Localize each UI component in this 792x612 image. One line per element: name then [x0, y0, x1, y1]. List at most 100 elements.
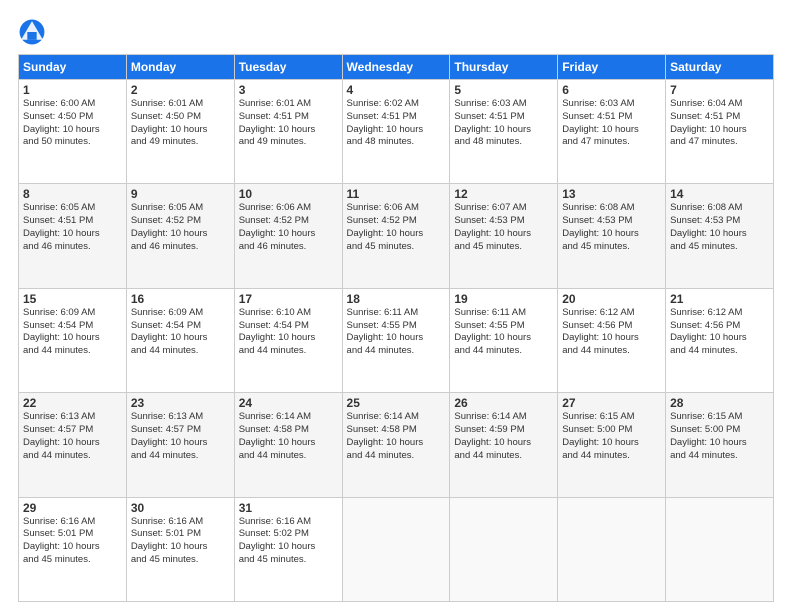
day-info: Sunrise: 6:14 AMSunset: 4:59 PMDaylight:… [454, 411, 553, 462]
day-info: Sunrise: 6:03 AMSunset: 4:51 PMDaylight:… [562, 98, 661, 149]
day-number: 12 [454, 187, 553, 201]
day-cell: 27Sunrise: 6:15 AMSunset: 5:00 PMDayligh… [558, 393, 666, 497]
day-info: Sunrise: 6:08 AMSunset: 4:53 PMDaylight:… [670, 202, 769, 253]
day-number: 26 [454, 396, 553, 410]
day-number: 30 [131, 501, 230, 515]
day-cell: 13Sunrise: 6:08 AMSunset: 4:53 PMDayligh… [558, 184, 666, 288]
day-cell: 17Sunrise: 6:10 AMSunset: 4:54 PMDayligh… [234, 288, 342, 392]
day-number: 18 [347, 292, 446, 306]
day-cell: 5Sunrise: 6:03 AMSunset: 4:51 PMDaylight… [450, 80, 558, 184]
day-cell [666, 497, 774, 601]
day-info: Sunrise: 6:09 AMSunset: 4:54 PMDaylight:… [23, 307, 122, 358]
day-info: Sunrise: 6:08 AMSunset: 4:53 PMDaylight:… [562, 202, 661, 253]
day-cell: 25Sunrise: 6:14 AMSunset: 4:58 PMDayligh… [342, 393, 450, 497]
day-cell [450, 497, 558, 601]
col-header-monday: Monday [126, 55, 234, 80]
day-number: 9 [131, 187, 230, 201]
day-number: 11 [347, 187, 446, 201]
day-cell: 26Sunrise: 6:14 AMSunset: 4:59 PMDayligh… [450, 393, 558, 497]
day-cell: 2Sunrise: 6:01 AMSunset: 4:50 PMDaylight… [126, 80, 234, 184]
calendar-table: SundayMondayTuesdayWednesdayThursdayFrid… [18, 54, 774, 602]
day-cell: 10Sunrise: 6:06 AMSunset: 4:52 PMDayligh… [234, 184, 342, 288]
day-cell: 14Sunrise: 6:08 AMSunset: 4:53 PMDayligh… [666, 184, 774, 288]
day-number: 19 [454, 292, 553, 306]
week-row-2: 8Sunrise: 6:05 AMSunset: 4:51 PMDaylight… [19, 184, 774, 288]
col-header-wednesday: Wednesday [342, 55, 450, 80]
week-row-3: 15Sunrise: 6:09 AMSunset: 4:54 PMDayligh… [19, 288, 774, 392]
day-number: 24 [239, 396, 338, 410]
day-cell: 22Sunrise: 6:13 AMSunset: 4:57 PMDayligh… [19, 393, 127, 497]
day-info: Sunrise: 6:09 AMSunset: 4:54 PMDaylight:… [131, 307, 230, 358]
day-info: Sunrise: 6:14 AMSunset: 4:58 PMDaylight:… [347, 411, 446, 462]
day-number: 2 [131, 83, 230, 97]
day-info: Sunrise: 6:12 AMSunset: 4:56 PMDaylight:… [670, 307, 769, 358]
day-cell: 9Sunrise: 6:05 AMSunset: 4:52 PMDaylight… [126, 184, 234, 288]
day-info: Sunrise: 6:01 AMSunset: 4:51 PMDaylight:… [239, 98, 338, 149]
day-info: Sunrise: 6:15 AMSunset: 5:00 PMDaylight:… [670, 411, 769, 462]
day-number: 4 [347, 83, 446, 97]
week-row-5: 29Sunrise: 6:16 AMSunset: 5:01 PMDayligh… [19, 497, 774, 601]
day-cell: 16Sunrise: 6:09 AMSunset: 4:54 PMDayligh… [126, 288, 234, 392]
week-row-4: 22Sunrise: 6:13 AMSunset: 4:57 PMDayligh… [19, 393, 774, 497]
day-number: 28 [670, 396, 769, 410]
day-cell: 7Sunrise: 6:04 AMSunset: 4:51 PMDaylight… [666, 80, 774, 184]
day-number: 3 [239, 83, 338, 97]
day-cell [558, 497, 666, 601]
day-cell: 18Sunrise: 6:11 AMSunset: 4:55 PMDayligh… [342, 288, 450, 392]
day-info: Sunrise: 6:03 AMSunset: 4:51 PMDaylight:… [454, 98, 553, 149]
day-number: 7 [670, 83, 769, 97]
day-number: 29 [23, 501, 122, 515]
header [18, 18, 774, 46]
day-number: 23 [131, 396, 230, 410]
day-info: Sunrise: 6:16 AMSunset: 5:01 PMDaylight:… [23, 516, 122, 567]
day-info: Sunrise: 6:06 AMSunset: 4:52 PMDaylight:… [239, 202, 338, 253]
day-info: Sunrise: 6:06 AMSunset: 4:52 PMDaylight:… [347, 202, 446, 253]
page: SundayMondayTuesdayWednesdayThursdayFrid… [0, 0, 792, 612]
day-info: Sunrise: 6:16 AMSunset: 5:02 PMDaylight:… [239, 516, 338, 567]
day-number: 13 [562, 187, 661, 201]
day-info: Sunrise: 6:14 AMSunset: 4:58 PMDaylight:… [239, 411, 338, 462]
day-cell: 20Sunrise: 6:12 AMSunset: 4:56 PMDayligh… [558, 288, 666, 392]
day-cell: 30Sunrise: 6:16 AMSunset: 5:01 PMDayligh… [126, 497, 234, 601]
col-header-thursday: Thursday [450, 55, 558, 80]
day-cell: 11Sunrise: 6:06 AMSunset: 4:52 PMDayligh… [342, 184, 450, 288]
week-row-1: 1Sunrise: 6:00 AMSunset: 4:50 PMDaylight… [19, 80, 774, 184]
day-cell: 28Sunrise: 6:15 AMSunset: 5:00 PMDayligh… [666, 393, 774, 497]
day-info: Sunrise: 6:13 AMSunset: 4:57 PMDaylight:… [23, 411, 122, 462]
logo-icon [18, 18, 46, 46]
day-number: 14 [670, 187, 769, 201]
day-cell: 8Sunrise: 6:05 AMSunset: 4:51 PMDaylight… [19, 184, 127, 288]
day-cell: 12Sunrise: 6:07 AMSunset: 4:53 PMDayligh… [450, 184, 558, 288]
day-info: Sunrise: 6:10 AMSunset: 4:54 PMDaylight:… [239, 307, 338, 358]
col-header-friday: Friday [558, 55, 666, 80]
day-number: 10 [239, 187, 338, 201]
day-info: Sunrise: 6:13 AMSunset: 4:57 PMDaylight:… [131, 411, 230, 462]
day-number: 21 [670, 292, 769, 306]
day-number: 31 [239, 501, 338, 515]
day-info: Sunrise: 6:15 AMSunset: 5:00 PMDaylight:… [562, 411, 661, 462]
day-cell: 21Sunrise: 6:12 AMSunset: 4:56 PMDayligh… [666, 288, 774, 392]
day-number: 15 [23, 292, 122, 306]
day-number: 5 [454, 83, 553, 97]
day-info: Sunrise: 6:01 AMSunset: 4:50 PMDaylight:… [131, 98, 230, 149]
day-cell: 1Sunrise: 6:00 AMSunset: 4:50 PMDaylight… [19, 80, 127, 184]
logo [18, 18, 48, 46]
day-info: Sunrise: 6:02 AMSunset: 4:51 PMDaylight:… [347, 98, 446, 149]
day-cell: 24Sunrise: 6:14 AMSunset: 4:58 PMDayligh… [234, 393, 342, 497]
day-info: Sunrise: 6:07 AMSunset: 4:53 PMDaylight:… [454, 202, 553, 253]
col-header-tuesday: Tuesday [234, 55, 342, 80]
day-cell: 4Sunrise: 6:02 AMSunset: 4:51 PMDaylight… [342, 80, 450, 184]
day-number: 25 [347, 396, 446, 410]
day-info: Sunrise: 6:12 AMSunset: 4:56 PMDaylight:… [562, 307, 661, 358]
header-row: SundayMondayTuesdayWednesdayThursdayFrid… [19, 55, 774, 80]
day-number: 16 [131, 292, 230, 306]
day-number: 17 [239, 292, 338, 306]
day-cell: 3Sunrise: 6:01 AMSunset: 4:51 PMDaylight… [234, 80, 342, 184]
day-number: 8 [23, 187, 122, 201]
col-header-saturday: Saturday [666, 55, 774, 80]
day-cell: 19Sunrise: 6:11 AMSunset: 4:55 PMDayligh… [450, 288, 558, 392]
day-info: Sunrise: 6:11 AMSunset: 4:55 PMDaylight:… [454, 307, 553, 358]
day-info: Sunrise: 6:05 AMSunset: 4:51 PMDaylight:… [23, 202, 122, 253]
day-number: 1 [23, 83, 122, 97]
day-number: 22 [23, 396, 122, 410]
